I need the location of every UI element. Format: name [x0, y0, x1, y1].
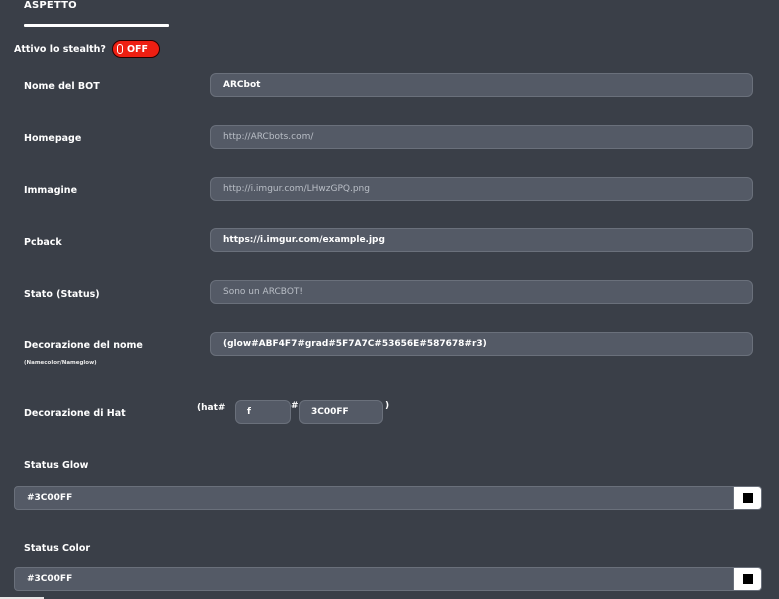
- hat-decoration-label: Decorazione di Hat: [24, 408, 126, 419]
- hat-code-input[interactable]: f: [235, 400, 291, 424]
- status-color-input[interactable]: #3C00FF: [14, 567, 762, 591]
- status-color-swatch: [742, 574, 753, 584]
- stealth-toggle[interactable]: OFF: [111, 40, 160, 58]
- bot-name-label: Nome del BOT: [24, 81, 100, 92]
- status-color-color-picker[interactable]: [733, 568, 761, 590]
- status-glow-input[interactable]: #3C00FF: [14, 486, 762, 510]
- status-label: Stato (Status): [24, 289, 100, 300]
- stealth-label: Attivo lo stealth?: [14, 43, 106, 55]
- hat-prefix: (hat#: [197, 403, 226, 413]
- status-color-label: Status Color: [24, 543, 91, 554]
- tab-aspetto[interactable]: ASPETTO: [24, 0, 77, 11]
- hat-color-input[interactable]: 3C00FF: [299, 400, 383, 424]
- status-color-value: #3C00FF: [27, 574, 73, 584]
- name-decoration-input[interactable]: (glow#ABF4F7#grad#5F7A7C#53656E#587678#r…: [210, 332, 753, 356]
- name-decoration-label: Decorazione del nome: [24, 340, 143, 351]
- hat-suffix: ): [385, 401, 390, 411]
- homepage-label: Homepage: [24, 133, 82, 144]
- homepage-input[interactable]: http://ARCbots.com/: [210, 125, 753, 149]
- toggle-knob-icon: [116, 44, 123, 54]
- status-glow-color-picker[interactable]: [733, 487, 761, 509]
- status-glow-value: #3C00FF: [27, 493, 73, 503]
- active-tab-indicator: [24, 24, 169, 27]
- image-label: Immagine: [24, 185, 78, 196]
- name-decoration-sublabel: (Namecolor/Nameglow): [24, 360, 97, 366]
- settings-panel: ASPETTO Attivo lo stealth? OFF Nome del …: [0, 0, 779, 599]
- pcback-input[interactable]: https://i.imgur.com/example.jpg: [210, 228, 753, 252]
- pcback-label: Pcback: [24, 237, 62, 248]
- status-glow-label: Status Glow: [24, 460, 89, 471]
- image-input[interactable]: http://i.imgur.com/LHwzGPQ.png: [210, 177, 753, 201]
- hat-hash: #: [291, 401, 299, 411]
- bot-name-input[interactable]: ARCbot: [210, 73, 753, 97]
- stealth-toggle-text: OFF: [126, 43, 148, 55]
- stealth-row: Attivo lo stealth? OFF: [14, 40, 160, 58]
- status-input[interactable]: Sono un ARCBOT!: [210, 280, 753, 304]
- status-glow-swatch: [742, 493, 753, 503]
